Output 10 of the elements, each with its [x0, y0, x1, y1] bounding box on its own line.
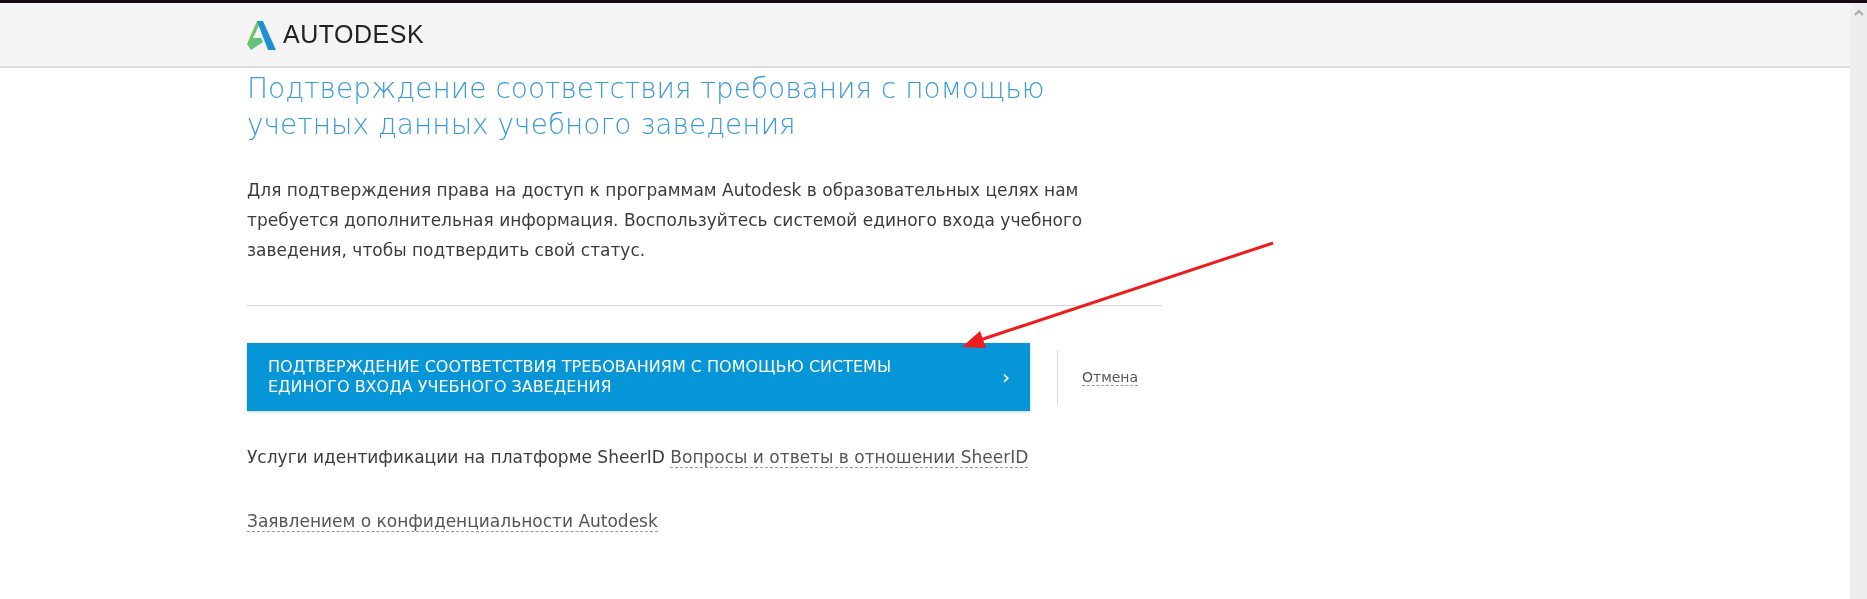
sheerid-faq-link[interactable]: Вопросы и ответы в отношении SheerID [670, 447, 1029, 468]
logo-text: AUTODESK [283, 20, 425, 49]
scroll-up-icon[interactable] [1853, 9, 1864, 16]
logo-icon [247, 19, 277, 50]
cancel-link[interactable]: Отмена [1082, 368, 1139, 386]
sheerid-text: Услуги идентификации на платформе SheerID [247, 447, 665, 467]
page-title: Подтверждение соответствия требования с помощью учетных данных учебного заведения [247, 71, 1046, 143]
intro-text: Для подтверждения права на доступ к программам Autodesk в образовательных целях нам требуется дополнительная информация. Воспользуйтесь системой единого входа учебного заведения, чтобы подтвердить свой статус. [247, 179, 1084, 262]
privacy-link[interactable]: Заявлением о конфиденциальности Autodesk [247, 511, 658, 532]
scrollbar[interactable] [1850, 3, 1867, 599]
